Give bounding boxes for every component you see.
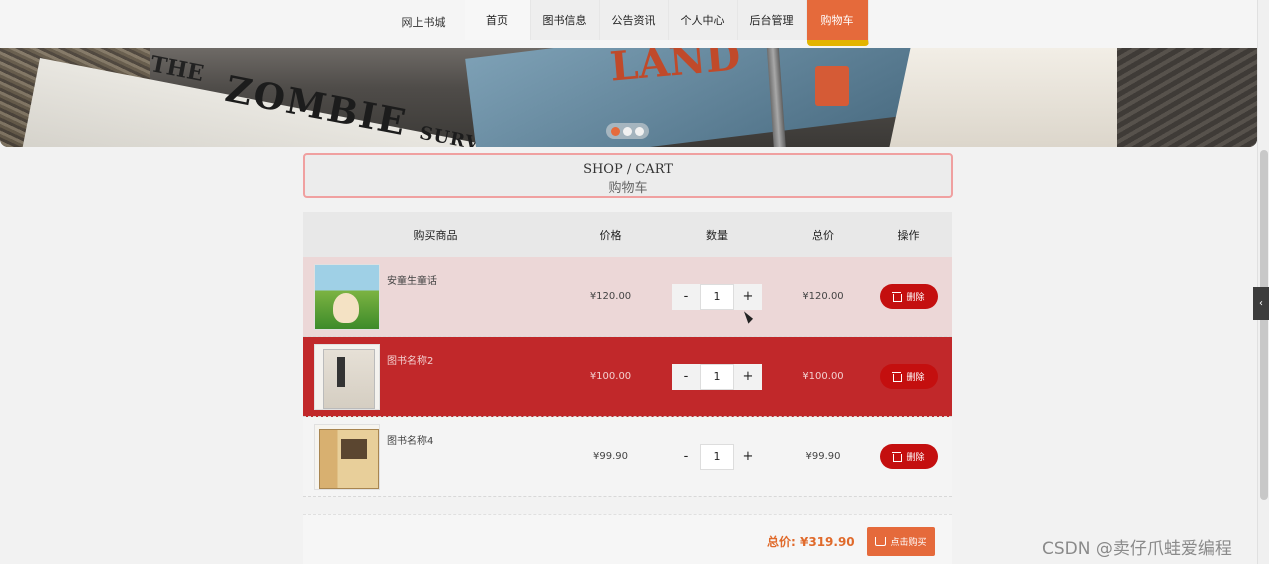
price-cell: ¥100.00 (589, 371, 632, 382)
banner-ground-texture (1117, 48, 1257, 147)
nav-item-home[interactable]: 首页 (464, 0, 531, 40)
chevron-left-icon: ‹ (1259, 298, 1263, 309)
quantity-cell: - 1 + (653, 363, 781, 390)
product-cell: 图书名称4 (303, 417, 568, 497)
delete-label: 删除 (906, 373, 925, 383)
header-total: 总价 (812, 228, 834, 242)
price-cell: ¥120.00 (589, 291, 632, 302)
table-row: 安童生童话 ¥120.00 - 1 + ¥120.00 删除 (303, 257, 952, 337)
side-panel-toggle[interactable]: ‹ (1253, 287, 1269, 320)
checkout-bar: 总价: ¥319.90 点击购买 (303, 514, 952, 564)
product-name[interactable]: 图书名称4 (387, 432, 433, 447)
cart-table-header: 购买商品 价格 数量 总价 操作 (303, 212, 952, 257)
quantity-input[interactable]: 1 (700, 363, 734, 390)
buy-label: 点击购买 (890, 538, 927, 548)
increment-button[interactable]: + (734, 283, 762, 310)
quantity-input[interactable]: 1 (700, 443, 734, 470)
action-cell: 删除 (865, 284, 952, 309)
cart-table: 购买商品 价格 数量 总价 操作 安童生童话 ¥120.00 - 1 + ¥12… (303, 212, 952, 497)
watermark: CSDN @卖仔爪蛙爱编程 (1042, 539, 1232, 559)
product-cell: 安童生童话 (303, 257, 568, 337)
nav-item-profile[interactable]: 个人中心 (668, 0, 738, 40)
section-title-cn: 购物车 (608, 181, 648, 196)
delete-button[interactable]: 删除 (879, 444, 938, 469)
quantity-cell: - 1 + (653, 283, 781, 310)
product-cell: 图书名称2 (303, 337, 568, 417)
carousel-indicators (606, 123, 649, 139)
section-title-en: SHOP / CART (583, 162, 673, 177)
quantity-cell: - 1 + (653, 443, 781, 470)
trash-icon (892, 292, 903, 302)
grand-total-value: ¥319.90 (800, 535, 855, 549)
book-cover-image[interactable] (314, 343, 380, 410)
quantity-input[interactable]: 1 (700, 283, 734, 310)
action-cell: 删除 (865, 444, 952, 469)
table-row: 图书名称2 ¥100.00 - 1 + ¥100.00 删除 (303, 337, 952, 417)
nav-item-books[interactable]: 图书信息 (530, 0, 600, 40)
product-name[interactable]: 图书名称2 (387, 352, 433, 367)
increment-button[interactable]: + (734, 363, 762, 390)
decrement-button[interactable]: - (672, 283, 700, 310)
delete-button[interactable]: 删除 (879, 284, 938, 309)
delete-button[interactable]: 删除 (879, 364, 938, 389)
nav-item-cart[interactable]: 购物车 (806, 0, 869, 46)
grand-total-label: 总价: (767, 535, 796, 549)
page-scrollbar[interactable] (1257, 0, 1269, 564)
carousel-dot-3[interactable] (634, 126, 644, 136)
price-cell: ¥99.90 (593, 451, 628, 462)
quantity-stepper: - 1 + (672, 443, 762, 470)
top-nav: 网上书城 首页 图书信息 公告资讯 个人中心 后台管理 购物车 (0, 0, 1257, 48)
banner-book-pages (889, 48, 1141, 147)
delete-label: 删除 (906, 453, 925, 463)
total-cell: ¥99.90 (805, 451, 841, 462)
book-cover-image[interactable] (314, 423, 380, 490)
quantity-stepper: - 1 + (672, 283, 762, 310)
carousel-dot-1[interactable] (611, 126, 621, 136)
total-cell: ¥120.00 (802, 291, 844, 302)
header-quantity: 数量 (706, 228, 728, 242)
action-cell: 删除 (865, 364, 952, 389)
buy-button[interactable]: 点击购买 (867, 527, 935, 556)
quantity-stepper: - 1 + (672, 363, 762, 390)
nav-item-news[interactable]: 公告资讯 (599, 0, 669, 40)
site-brand[interactable]: 网上书城 (389, 0, 459, 44)
header-price: 价格 (599, 228, 622, 242)
cart-icon (875, 537, 887, 546)
trash-icon (892, 452, 903, 462)
delete-label: 删除 (906, 293, 925, 303)
table-row: 图书名称4 ¥99.90 - 1 + ¥99.90 删除 (303, 417, 952, 497)
nav-item-admin[interactable]: 后台管理 (737, 0, 807, 40)
carousel-dot-2[interactable] (622, 126, 632, 136)
book-cover-image[interactable] (314, 263, 380, 330)
increment-button[interactable]: + (734, 444, 762, 470)
grand-total: 总价: ¥319.90 (767, 533, 855, 550)
banner-logo-square (815, 66, 849, 106)
section-title-box: SHOP / CART 购物车 (303, 153, 953, 198)
decrement-button[interactable]: - (672, 444, 700, 470)
scrollbar-thumb[interactable] (1260, 150, 1268, 500)
trash-icon (892, 372, 903, 382)
total-cell: ¥100.00 (802, 371, 844, 382)
header-action: 操作 (897, 228, 920, 242)
decrement-button[interactable]: - (672, 363, 700, 390)
product-name[interactable]: 安童生童话 (387, 272, 437, 287)
header-product: 购买商品 (413, 228, 458, 242)
